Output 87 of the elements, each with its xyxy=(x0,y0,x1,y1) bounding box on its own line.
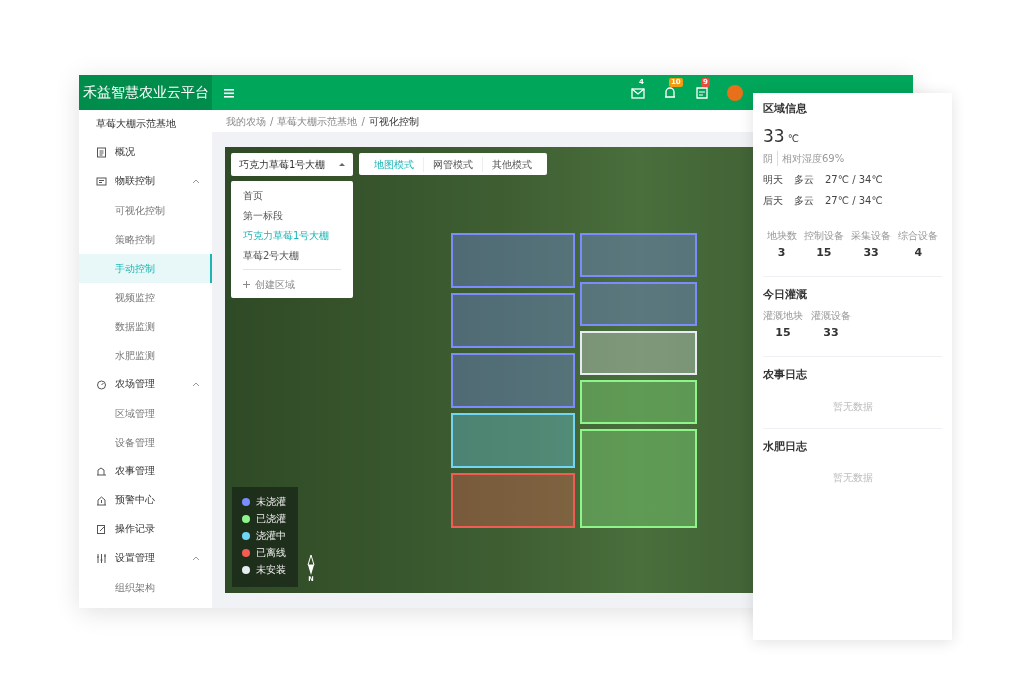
temperature-unit: ℃ xyxy=(787,131,799,146)
sidebar-item[interactable]: 操作记录 xyxy=(79,515,212,544)
bell-icon xyxy=(663,85,677,100)
sidebar-subitem[interactable]: 策略控制 xyxy=(79,225,212,254)
sidebar-subitem[interactable]: 视频监控 xyxy=(79,283,212,312)
sidebar-label: 农事管理 xyxy=(115,464,155,479)
breadcrumb-separator: / xyxy=(270,114,274,129)
panel-title: 区域信息 xyxy=(763,101,808,117)
stat-value: 15 xyxy=(775,325,791,342)
dropdown-option[interactable]: 巧克力草莓1号大棚 xyxy=(231,225,353,245)
sidebar-subitem[interactable]: 可视化控制 xyxy=(79,196,212,225)
sidebar-label: 概况 xyxy=(115,145,135,160)
field-plot[interactable] xyxy=(451,353,575,408)
sidebar-subitem[interactable]: 区域管理 xyxy=(79,399,212,428)
edit-icon xyxy=(96,524,107,535)
section-title: 农事日志 xyxy=(763,366,808,382)
field-plot[interactable] xyxy=(580,282,697,326)
sidebar-subitem[interactable]: 数据监测 xyxy=(79,312,212,341)
dropdown-option[interactable]: 第一标段 xyxy=(231,205,353,225)
temperature-value: 33 xyxy=(763,124,785,148)
field-plot[interactable] xyxy=(451,413,575,468)
app-title: 禾益智慧农业云平台 xyxy=(79,75,212,110)
sidebar-label: 操作记录 xyxy=(115,522,155,537)
dropdown-option[interactable]: 草莓2号大棚 xyxy=(231,245,353,265)
forecast-weather: 多云 xyxy=(794,194,814,208)
sidebar-subitem[interactable]: 设备管理 xyxy=(79,428,212,457)
legend-label: 已离线 xyxy=(256,546,286,560)
field-plot[interactable] xyxy=(580,233,697,277)
sidebar-subitem[interactable]: 组织架构 xyxy=(79,573,212,602)
legend-label: 未安装 xyxy=(256,563,286,577)
gauge-icon xyxy=(96,379,107,390)
section-title: 水肥日志 xyxy=(763,438,808,454)
breadcrumb-link[interactable]: 草莓大棚示范基地 xyxy=(277,113,358,129)
stat-label: 灌溉设备 xyxy=(811,309,851,324)
avatar[interactable] xyxy=(727,84,743,101)
sidebar-label: 预警中心 xyxy=(115,493,155,508)
legend-label: 已浇灌 xyxy=(256,512,286,526)
stat-label: 控制设备 xyxy=(803,229,844,243)
plus-icon xyxy=(243,280,250,288)
forecast-day: 明天 xyxy=(763,172,783,187)
sidebar-label: 农场管理 xyxy=(115,377,155,392)
weather-text: 阴 xyxy=(763,152,773,166)
sidebar-label: 物联控制 xyxy=(115,174,155,189)
legend-label: 未浇灌 xyxy=(256,495,286,509)
humidity-text: 相对湿度69% xyxy=(782,152,845,166)
create-area-button[interactable]: 创建区域 xyxy=(231,274,353,294)
sidebar-item[interactable]: 预警中心 xyxy=(79,486,212,515)
breadcrumb-link[interactable]: 我的农场 xyxy=(226,113,266,129)
stat-label: 地块数 xyxy=(766,229,797,243)
sidebar-item[interactable]: 物联控制 xyxy=(79,167,212,196)
mode-tab[interactable]: 网管模式 xyxy=(423,156,482,172)
forecast-temp: 27℃ / 34℃ xyxy=(825,173,883,187)
dropdown-option[interactable]: 首页 xyxy=(231,185,353,205)
clipboard-icon xyxy=(96,147,107,158)
field-plot[interactable] xyxy=(451,233,575,288)
farm-name: 草莓大棚示范基地 xyxy=(95,116,177,131)
sidebar-item[interactable]: 设置管理 xyxy=(79,544,212,573)
stat-label: 综合设备 xyxy=(898,229,939,243)
section-title: 今日灌溉 xyxy=(763,286,808,302)
legend-label: 浇灌中 xyxy=(256,529,286,543)
sidebar-item[interactable]: 农事管理 xyxy=(79,457,212,486)
sliders-icon xyxy=(96,553,107,564)
stat-value: 3 xyxy=(777,245,786,261)
mail-icon xyxy=(631,85,645,100)
stat-value: 33 xyxy=(823,325,839,342)
sidebar-item[interactable]: 农场管理 xyxy=(79,370,212,399)
forecast-day: 后天 xyxy=(763,193,783,208)
stat-label: 采集设备 xyxy=(851,229,892,243)
mode-tab[interactable]: 地图模式 xyxy=(365,156,423,172)
forecast-weather: 多云 xyxy=(794,173,814,187)
sidebar-label: 设置管理 xyxy=(115,551,155,566)
stat-value: 4 xyxy=(914,245,923,261)
area-dropdown[interactable]: 巧克力草莓1号大棚 xyxy=(231,153,353,176)
monitor-icon xyxy=(96,176,107,187)
document-icon xyxy=(695,85,709,100)
mode-tab[interactable]: 其他模式 xyxy=(482,156,541,172)
sidebar-subitem[interactable]: 水肥监测 xyxy=(79,341,212,370)
compass-arrow-icon xyxy=(307,555,315,576)
forecast-temp: 27℃ / 34℃ xyxy=(825,194,883,208)
breadcrumb-separator: / xyxy=(361,114,365,129)
stat-label: 灌溉地块 xyxy=(763,309,803,324)
stat-value: 33 xyxy=(863,245,879,261)
stat-value: 15 xyxy=(816,245,832,261)
field-plot[interactable] xyxy=(451,293,575,348)
menu-icon xyxy=(224,88,234,98)
sidebar-item[interactable]: 概况 xyxy=(79,138,212,167)
field-plot[interactable] xyxy=(451,473,575,528)
